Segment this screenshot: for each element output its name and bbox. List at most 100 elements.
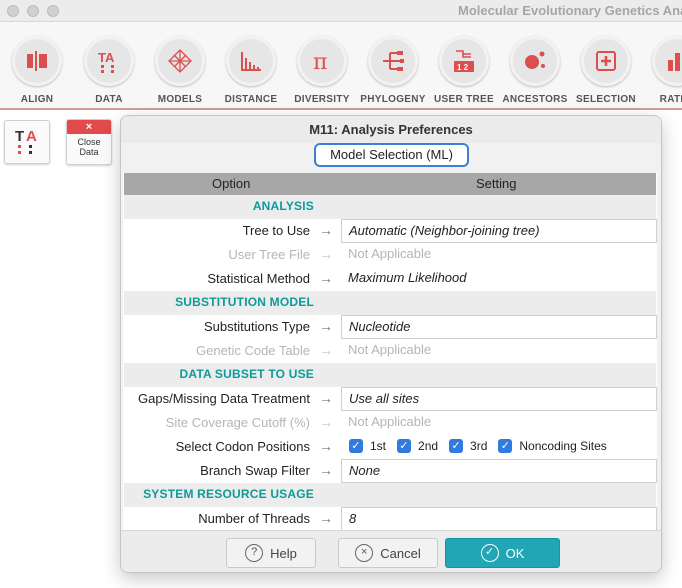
number-of-threads-input[interactable]: 8 (341, 507, 657, 531)
preferences-table: Option Setting ANALYSIS Tree to Use → Au… (123, 173, 657, 531)
section-substitution-model: SUBSTITUTION MODEL (124, 291, 656, 315)
checkbox-label-1st: 1st (370, 439, 387, 453)
user-tree-icon: 1 2 (454, 50, 474, 72)
help-icon: ? (245, 544, 264, 562)
checkbox-noncoding-sites[interactable]: ✓ (498, 439, 513, 453)
statistical-method-value: Maximum Likelihood (348, 270, 467, 285)
dialog-footer: ? Help × Cancel ✓ OK (121, 530, 661, 572)
rates-icon (668, 53, 680, 71)
section-system-resources: SYSTEM RESOURCE USAGE (124, 483, 656, 507)
section-heading: SYSTEM RESOURCE USAGE (143, 487, 314, 501)
checkbox-2nd[interactable]: ✓ (397, 439, 412, 453)
toolbar-rates-button[interactable]: RATES (642, 36, 682, 105)
option-row-substitutions-type: Substitutions Type → Nucleotide (124, 315, 657, 339)
toolbar-data-button[interactable]: TA DATA (74, 36, 144, 105)
dialog-title: M11: Analysis Preferences (121, 116, 661, 143)
table-header: Option Setting (124, 173, 656, 195)
tree-to-use-select[interactable]: Automatic (Neighbor-joining tree) (341, 219, 657, 243)
arrow-icon: → (319, 438, 333, 454)
genetic-code-table-value: Not Applicable (348, 342, 432, 357)
arrow-icon: → (319, 414, 333, 430)
toolbar-user-tree-button[interactable]: 1 2 USER TREE (429, 36, 499, 105)
ok-button-label: OK (505, 545, 525, 561)
section-analysis: ANALYSIS (124, 195, 656, 219)
branch-swap-filter-select[interactable]: None (341, 459, 657, 483)
ancestors-icon (525, 51, 545, 69)
option-row-branch-swap-filter: Branch Swap Filter → None (124, 459, 657, 483)
window-title: Molecular Evolutionary Genetics Analysis (458, 3, 682, 18)
substitutions-type-select[interactable]: Nucleotide (341, 315, 657, 339)
section-data-subset: DATA SUBSET TO USE (124, 363, 656, 387)
analysis-preferences-dialog: M11: Analysis Preferences Model Selectio… (120, 115, 662, 573)
toolbar-distance-button[interactable]: DISTANCE (216, 36, 286, 105)
data-icon: TA (98, 50, 115, 73)
checkmark-icon: ✓ (480, 544, 499, 562)
cancel-button[interactable]: × Cancel (338, 538, 438, 568)
arrow-icon: → (319, 222, 333, 238)
selection-icon (596, 51, 616, 71)
models-icon (168, 49, 192, 73)
svg-text:TA: TA (98, 50, 115, 65)
option-row-statistical-method: Statistical Method → Maximum Likelihood (124, 267, 656, 291)
toolbar-phylogeny-button[interactable]: PHYLOGENY (358, 36, 428, 105)
window-zoom-button[interactable] (47, 5, 59, 17)
codon-position-checkboxes: ✓ 1st ✓ 2nd ✓ 3rd ✓ Noncoding Sites (349, 439, 618, 453)
close-data-label-line1: Close (77, 137, 101, 147)
close-data-tile[interactable]: × Close Data (66, 119, 112, 165)
checkbox-label-3rd: 3rd (470, 439, 488, 453)
toolbar-diversity-button[interactable]: π DIVERSITY (287, 36, 357, 105)
window-title-bar: Molecular Evolutionary Genetics Analysis (0, 0, 682, 22)
option-label: Tree to Use (242, 223, 310, 238)
cancel-icon: × (355, 544, 374, 562)
svg-text:A: A (26, 128, 37, 145)
distance-icon (241, 52, 261, 71)
arrow-icon: → (319, 342, 333, 358)
column-header-option: Option (212, 176, 251, 191)
checkbox-label-noncoding-sites: Noncoding Sites (519, 439, 607, 453)
option-row-number-of-threads: Number of Threads → 8 (124, 507, 657, 531)
window-minimize-button[interactable] (27, 5, 39, 17)
option-label: Genetic Code Table (196, 343, 310, 358)
align-icon (27, 51, 47, 71)
data-explorer-tile[interactable]: T A (4, 120, 50, 164)
toolbar-align-button[interactable]: ALIGN (2, 36, 72, 105)
site-coverage-cutoff-value: Not Applicable (348, 414, 432, 429)
phylogeny-icon (383, 51, 404, 71)
toolbar-ancestors-button[interactable]: ANCESTORS (500, 36, 570, 105)
option-row-site-coverage-cutoff: Site Coverage Cutoff (%) → Not Applicabl… (124, 411, 656, 435)
arrow-icon: → (319, 270, 333, 286)
option-row-gaps-missing-data: Gaps/Missing Data Treatment → Use all si… (124, 387, 657, 411)
tab-model-selection[interactable]: Model Selection (ML) (314, 143, 469, 167)
pi-icon: π (313, 50, 327, 74)
option-label: User Tree File (228, 247, 310, 262)
svg-text:1 2: 1 2 (457, 63, 469, 72)
gaps-treatment-select[interactable]: Use all sites (341, 387, 657, 411)
user-tree-file-value: Not Applicable (348, 246, 432, 261)
svg-text:π: π (313, 50, 327, 74)
svg-text:T: T (15, 128, 24, 145)
option-label: Site Coverage Cutoff (%) (165, 415, 310, 430)
checkbox-3rd[interactable]: ✓ (449, 439, 464, 453)
toolbar-selection-button[interactable]: SELECTION (571, 36, 641, 105)
checkbox-1st[interactable]: ✓ (349, 439, 363, 453)
arrow-icon: → (319, 390, 333, 406)
window-close-button[interactable] (7, 5, 19, 17)
option-row-tree-to-use: Tree to Use → Automatic (Neighbor-joinin… (124, 219, 657, 243)
help-button-label: Help (270, 545, 297, 561)
option-label: Select Codon Positions (175, 439, 310, 454)
toolbar-models-button[interactable]: MODELS (145, 36, 215, 105)
ok-button[interactable]: ✓ OK (445, 538, 560, 568)
option-label: Number of Threads (198, 511, 310, 526)
section-heading: ANALYSIS (252, 199, 314, 213)
option-label: Branch Swap Filter (200, 463, 310, 478)
help-button[interactable]: ? Help (226, 538, 316, 568)
option-label: Substitutions Type (204, 319, 310, 334)
option-label: Gaps/Missing Data Treatment (138, 391, 310, 406)
close-data-label-line2: Data (79, 147, 99, 157)
option-label: Statistical Method (207, 271, 310, 286)
close-icon: × (67, 120, 111, 134)
option-row-user-tree-file: User Tree File → Not Applicable (124, 243, 656, 267)
cancel-button-label: Cancel (380, 545, 421, 561)
checkbox-label-2nd: 2nd (418, 439, 439, 453)
column-header-setting: Setting (476, 176, 517, 191)
